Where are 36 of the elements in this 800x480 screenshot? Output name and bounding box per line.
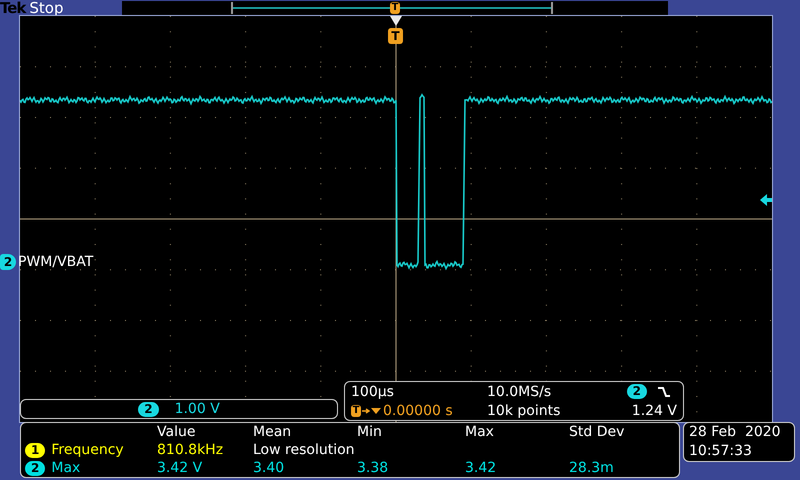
column-header: Max bbox=[465, 423, 495, 441]
channel-badge: 1 bbox=[25, 442, 46, 458]
table-cell-text: 3.42 V bbox=[157, 459, 204, 477]
arrow-icon bbox=[362, 406, 382, 416]
trigger-source-badge: 2 bbox=[626, 384, 647, 399]
trigger-marker: T bbox=[351, 404, 361, 416]
table-cell-text: Low resolution bbox=[253, 441, 356, 459]
table-cell-text: 28.3m bbox=[569, 459, 615, 477]
falling-edge-icon bbox=[657, 386, 671, 398]
channel-marker: 2 bbox=[0, 254, 16, 270]
sample-rate: 10.0MS/s bbox=[487, 382, 552, 400]
channel-badge: 2 bbox=[138, 402, 159, 416]
column-header: Mean bbox=[253, 423, 292, 441]
column-header: Value bbox=[157, 423, 196, 441]
brand-logo-text: Tek bbox=[0, 0, 26, 16]
trigger-position: 0.00000 s bbox=[383, 402, 453, 420]
table-cell-text: 3.40 bbox=[253, 459, 286, 477]
trigger-position-marker: T bbox=[390, 2, 400, 14]
acquisition-status: Stop bbox=[29, 0, 64, 16]
measurement-name: Frequency bbox=[51, 442, 124, 458]
channel-badge: 2 bbox=[25, 460, 46, 476]
record-length: 10k points bbox=[487, 402, 562, 420]
trigger-level: 1.24 V bbox=[630, 402, 677, 420]
column-header: Min bbox=[357, 423, 383, 441]
column-header: Std Dev bbox=[569, 423, 626, 441]
table-cell-text: 3.42 bbox=[465, 459, 498, 477]
time-per-division: 100µs bbox=[351, 382, 395, 400]
trigger-arrow-icon bbox=[390, 16, 402, 26]
time-text: 10:57:33 bbox=[689, 442, 753, 461]
measurement-name: Max bbox=[51, 460, 80, 476]
table-cell-text: 3.38 bbox=[357, 459, 390, 477]
table-cell-text: 810.8kHz bbox=[157, 441, 224, 459]
trigger-level-arrow-icon bbox=[760, 194, 772, 206]
trigger-marker: T bbox=[388, 28, 403, 44]
vertical-scale: 1.00 V bbox=[174, 401, 220, 417]
date-text: 28 Feb 2020 bbox=[689, 423, 782, 442]
